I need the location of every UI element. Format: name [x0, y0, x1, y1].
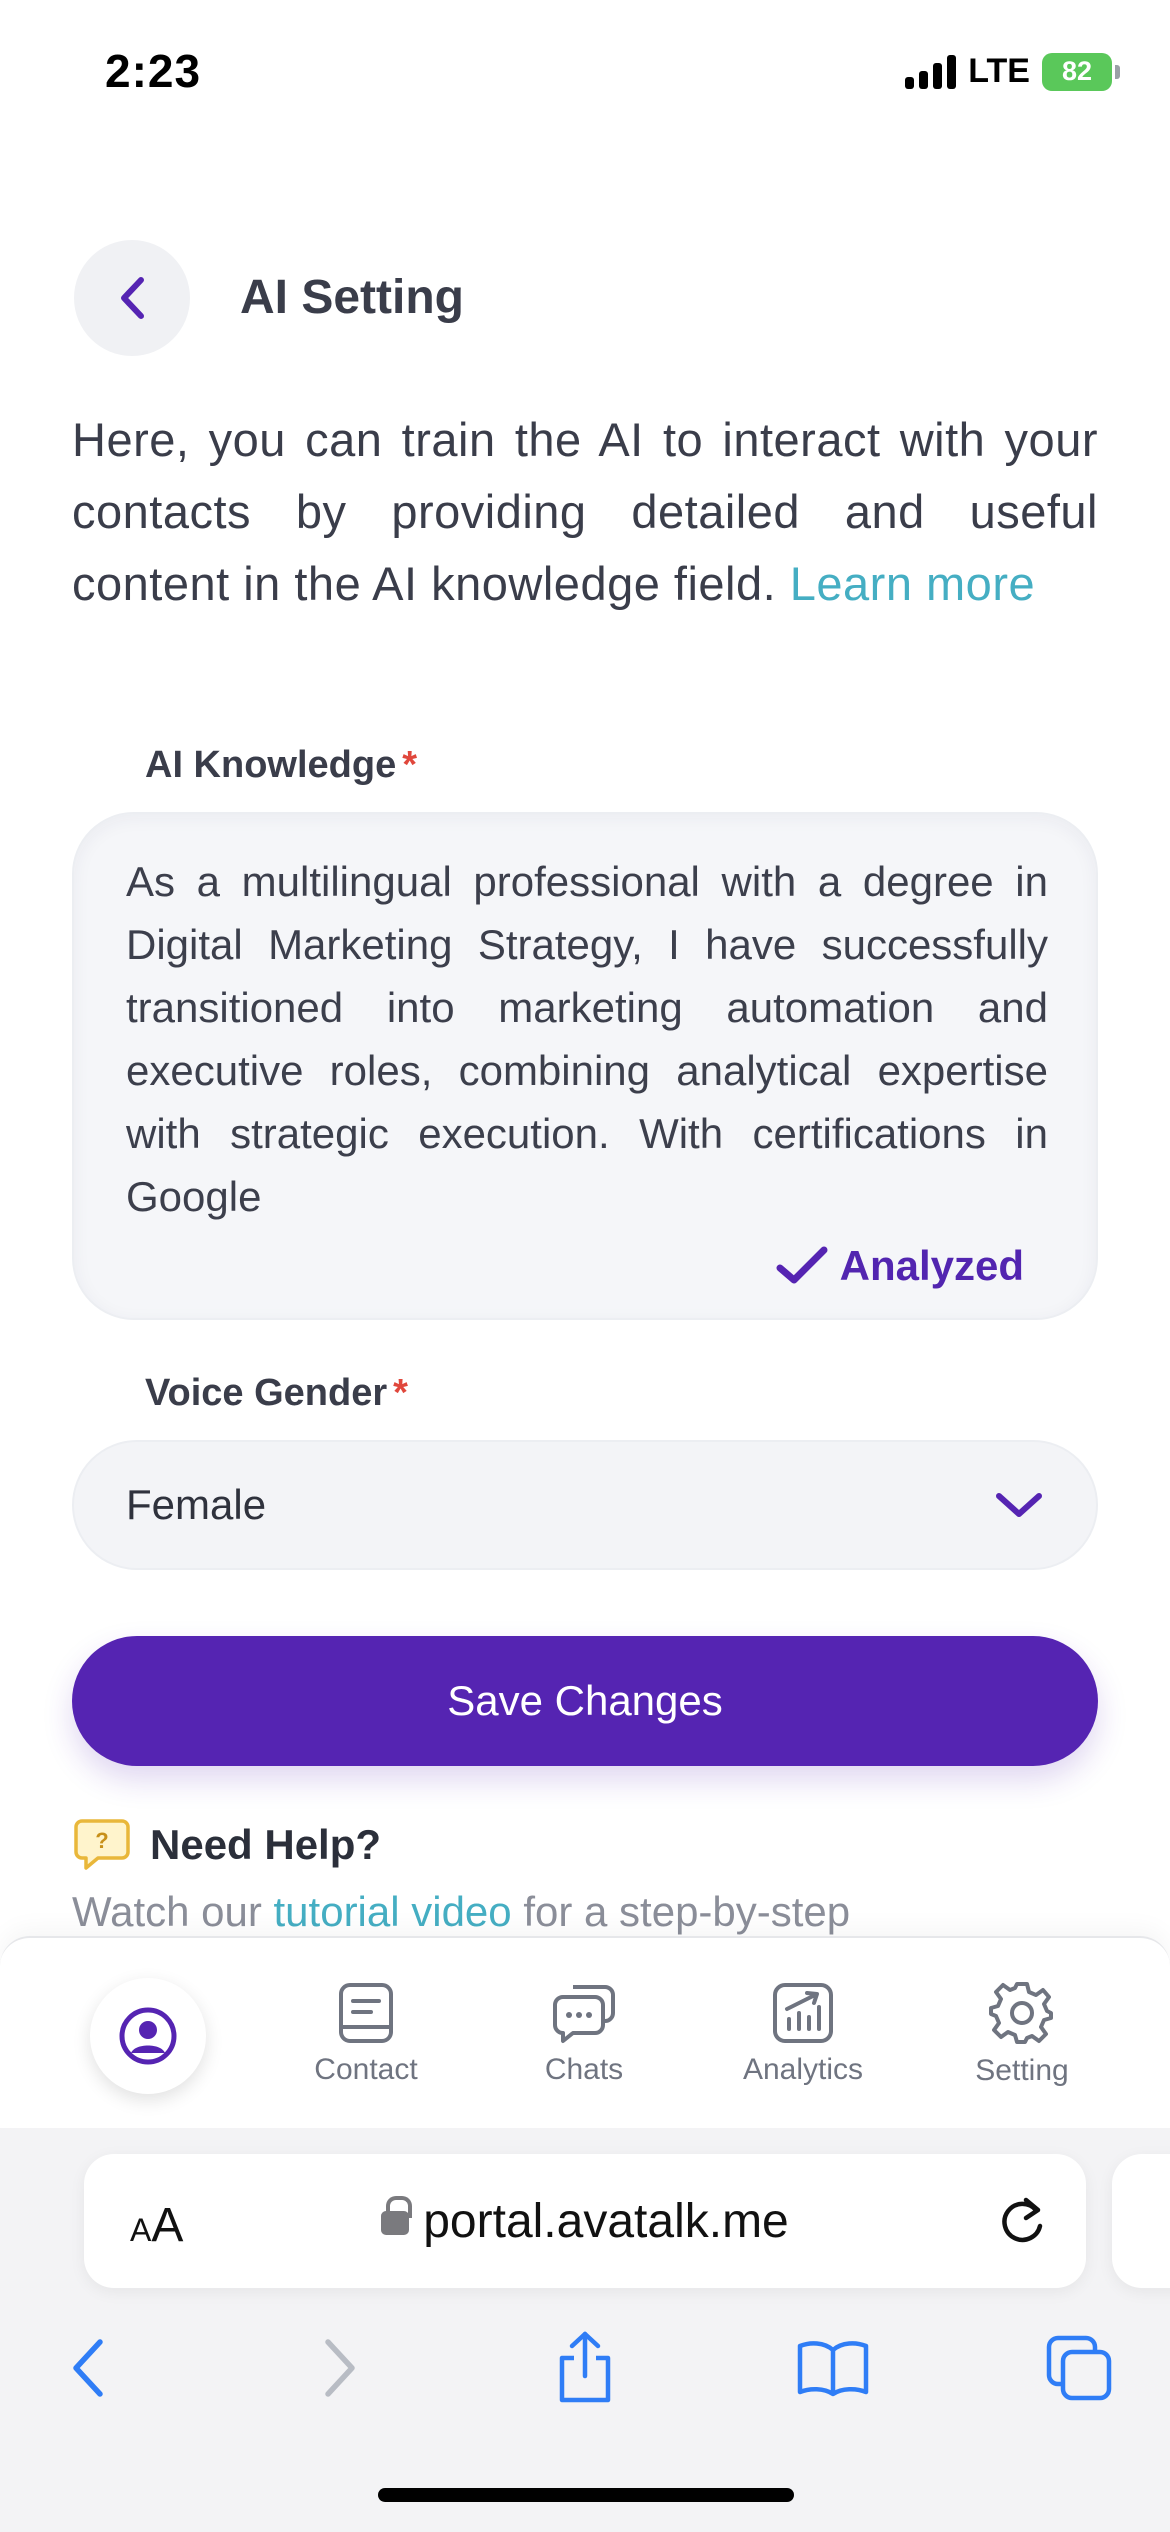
- voice-gender-value: Female: [126, 1481, 267, 1528]
- analytics-icon: [773, 1983, 833, 2043]
- reload-icon: [1002, 2197, 1043, 2243]
- tutorial-video-link[interactable]: tutorial video: [274, 1888, 512, 1935]
- tab-chats-label: Chats: [544, 2053, 624, 2086]
- forward-nav-button[interactable]: [290, 2318, 390, 2418]
- need-help-title: Need Help?: [150, 1821, 382, 1868]
- required-mark: *: [402, 744, 418, 786]
- help-description: Watch our tutorial video for a step-by-s…: [72, 1888, 850, 1936]
- voice-gender-label-text: Voice Gender: [145, 1372, 388, 1414]
- chevron-down-icon: [996, 1493, 1042, 1517]
- network-type: LTE: [968, 52, 1030, 90]
- need-help-section: ? Need Help?: [74, 1818, 381, 1872]
- home-indicator: [378, 2488, 794, 2502]
- ai-knowledge-textarea[interactable]: As a multilingual professional with a de…: [126, 850, 1048, 1226]
- tab-analytics-label: Analytics: [742, 2053, 864, 2086]
- analyzed-status: Analyzed: [776, 1242, 1024, 1290]
- status-indicators: LTE 82: [905, 52, 1120, 91]
- browser-chrome: AA portal.avatalk.me: [0, 2128, 1170, 2532]
- profile-icon: [119, 2007, 177, 2065]
- tabs-button[interactable]: [1030, 2318, 1130, 2418]
- lock-icon: [381, 2196, 413, 2235]
- url-text: portal.avatalk.me: [423, 2195, 789, 2248]
- next-tab-preview[interactable]: [1112, 2154, 1170, 2288]
- back-nav-button[interactable]: [38, 2318, 138, 2418]
- intro-paragraph: Here, you can train the AI to interact w…: [72, 404, 1098, 620]
- tab-setting[interactable]: Setting: [922, 1938, 1122, 2130]
- chevron-right-icon: [325, 2339, 355, 2397]
- browser-toolbar: [0, 2318, 1170, 2418]
- chats-icon: [553, 1985, 615, 2043]
- help-text-after: for a step-by-step: [523, 1888, 851, 1935]
- tab-chats[interactable]: Chats: [484, 1938, 684, 2130]
- bookmarks-button[interactable]: [783, 2318, 883, 2418]
- ai-knowledge-label: AI Knowledge *: [145, 744, 417, 787]
- contact-icon: [339, 1983, 393, 2043]
- tabs-icon: [1046, 2335, 1112, 2401]
- share-button[interactable]: [535, 2318, 635, 2418]
- bottom-tab-bar: Contact Chats Analytics Setting: [0, 1936, 1170, 2128]
- tab-analytics[interactable]: Analytics: [703, 1938, 903, 2130]
- tab-contact-label: Contact: [314, 2053, 418, 2086]
- gear-icon: [989, 1982, 1053, 2044]
- status-bar: 2:23 LTE 82: [0, 0, 1170, 150]
- page-title: AI Setting: [240, 271, 464, 324]
- help-text-before: Watch our: [72, 1888, 262, 1935]
- ai-knowledge-label-text: AI Knowledge: [145, 744, 397, 786]
- svg-text:?: ?: [95, 1828, 108, 1853]
- tab-contact[interactable]: Contact: [266, 1938, 466, 2130]
- back-button[interactable]: [74, 240, 190, 356]
- url-display[interactable]: portal.avatalk.me: [84, 2194, 1086, 2249]
- chevron-left-icon: [73, 2339, 103, 2397]
- battery-icon: 82: [1042, 52, 1120, 91]
- share-icon: [559, 2331, 611, 2403]
- voice-gender-select[interactable]: Female: [72, 1440, 1098, 1570]
- check-icon: [776, 1246, 828, 1284]
- chevron-left-icon: [121, 277, 144, 319]
- voice-gender-label: Voice Gender *: [145, 1372, 408, 1415]
- tab-profile[interactable]: [90, 1978, 206, 2094]
- status-time: 2:23: [105, 45, 202, 97]
- save-changes-button[interactable]: Save Changes: [72, 1636, 1098, 1766]
- help-chat-icon: ?: [74, 1819, 130, 1870]
- battery-level: 82: [1061, 56, 1093, 86]
- address-bar[interactable]: AA portal.avatalk.me: [84, 2154, 1086, 2288]
- ai-knowledge-field[interactable]: As a multilingual professional with a de…: [72, 812, 1098, 1320]
- analyzed-label: Analyzed: [839, 1242, 1024, 1289]
- learn-more-link[interactable]: Learn more: [790, 557, 1035, 610]
- signal-icon: [905, 54, 957, 89]
- reload-button[interactable]: [996, 2194, 1048, 2253]
- required-mark: *: [393, 1372, 408, 1414]
- book-icon: [797, 2341, 869, 2397]
- tab-setting-label: Setting: [975, 2054, 1069, 2087]
